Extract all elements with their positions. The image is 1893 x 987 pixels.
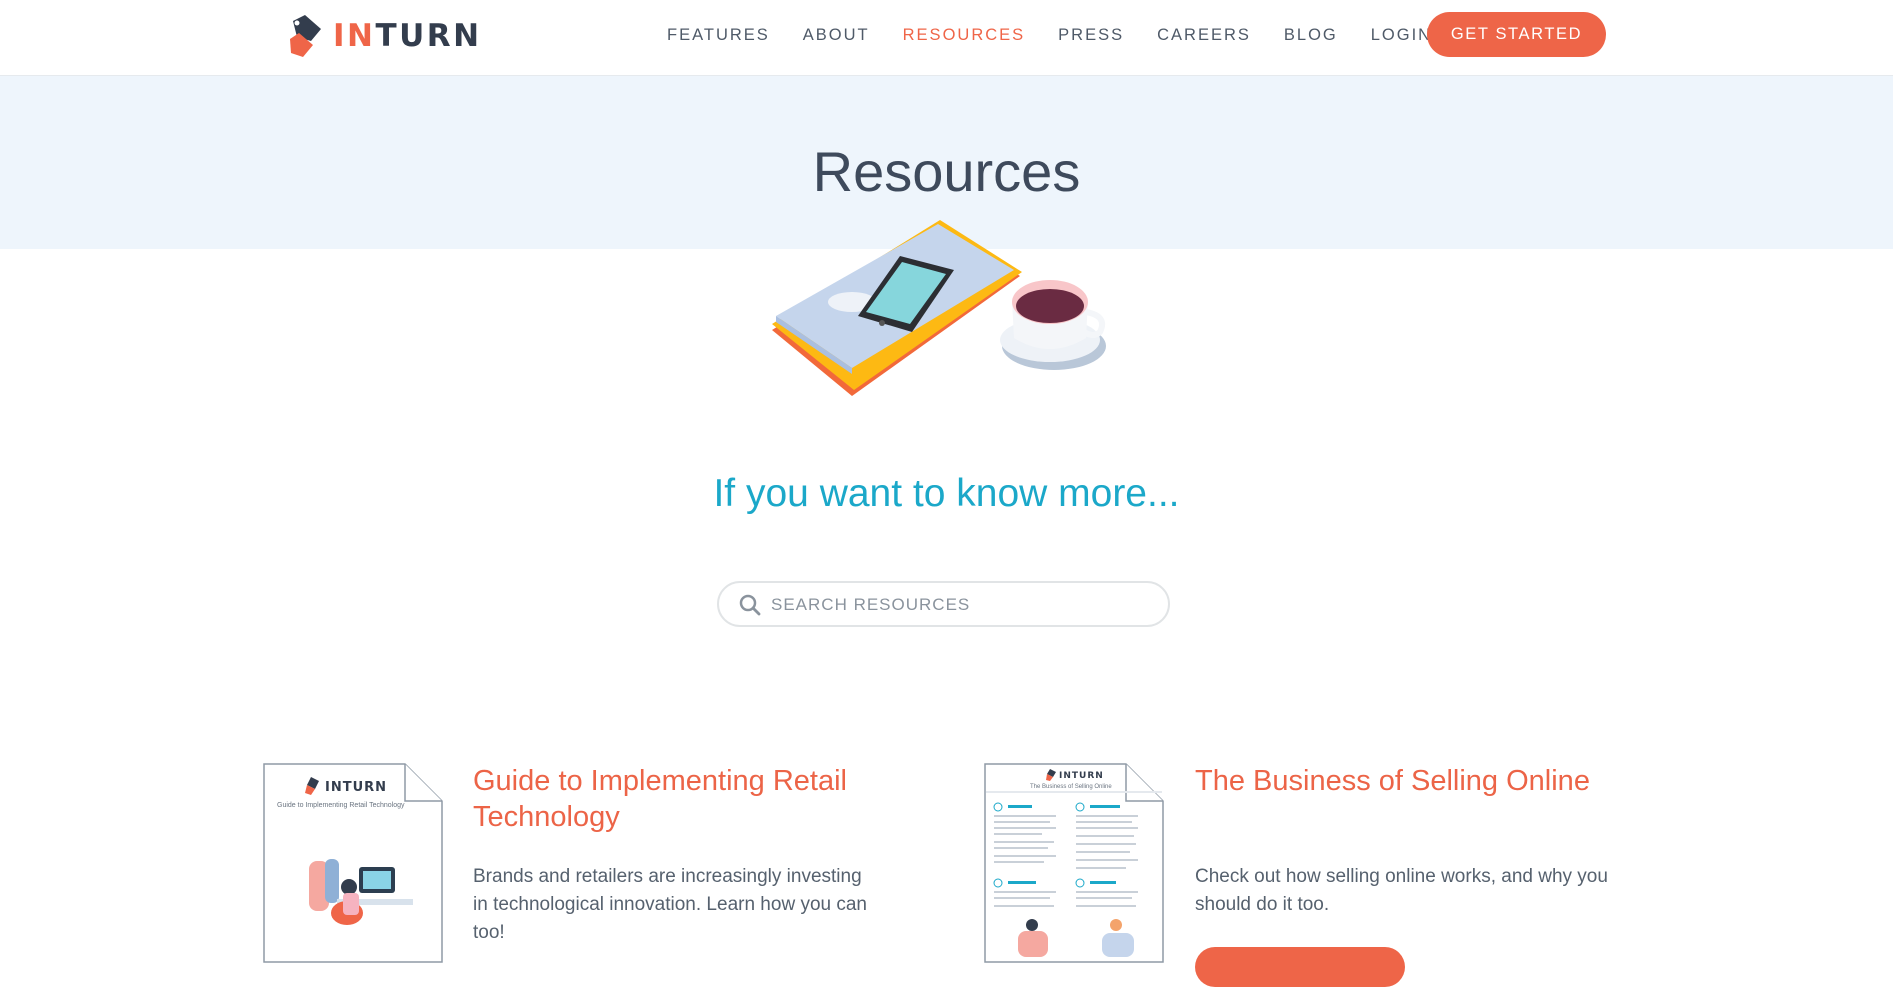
coffee-cup-image bbox=[1000, 280, 1106, 370]
resource-thumbnail[interactable]: INTURN The Business of Selling Online bbox=[984, 763, 1164, 963]
page-title: Resources bbox=[812, 140, 1081, 203]
nav-blog[interactable]: BLOG bbox=[1284, 22, 1338, 48]
resource-description: Check out how selling online works, and … bbox=[1195, 866, 1608, 915]
logo-text-turn: TURN bbox=[375, 18, 482, 54]
nav-login[interactable]: LOGIN bbox=[1371, 22, 1432, 48]
thumb-title-text: Guide to Implementing Retail Technology bbox=[277, 802, 405, 809]
nav-press[interactable]: PRESS bbox=[1058, 22, 1124, 48]
resource-title[interactable]: The Business of Selling Online bbox=[1195, 763, 1605, 799]
search-box[interactable] bbox=[717, 581, 1170, 627]
thumb-brand-text: INTURN bbox=[325, 780, 387, 795]
nav-about[interactable]: ABOUT bbox=[803, 22, 870, 48]
resource-description: Brands and retailers are increasingly in… bbox=[473, 866, 867, 943]
main-nav: FEATURES ABOUT RESOURCES PRESS CAREERS B… bbox=[667, 22, 1465, 48]
resource-title[interactable]: Guide to Implementing Retail Technology bbox=[473, 763, 883, 835]
resource-download-button[interactable] bbox=[1195, 947, 1405, 987]
tag-logo-icon bbox=[290, 15, 321, 57]
logo-wordmark: INTURN bbox=[333, 18, 482, 54]
nav-resources[interactable]: RESOURCES bbox=[903, 22, 1026, 48]
search-input[interactable] bbox=[769, 583, 1153, 627]
thumb-title-text: The Business of Selling Online bbox=[1030, 784, 1112, 790]
nav-features[interactable]: FEATURES bbox=[667, 22, 770, 48]
thumb-brand-text: INTURN bbox=[1059, 771, 1104, 781]
get-started-button[interactable]: GET STARTED bbox=[1427, 12, 1606, 57]
search-icon bbox=[739, 594, 761, 616]
section-tagline: If you want to know more... bbox=[713, 472, 1180, 515]
logo-text-in: IN bbox=[333, 18, 376, 54]
inturn-logo[interactable]: INTURN bbox=[289, 14, 482, 58]
nav-careers[interactable]: CAREERS bbox=[1157, 22, 1251, 48]
site-header: INTURN FEATURES ABOUT RESOURCES PRESS CA… bbox=[0, 0, 1893, 76]
resource-thumbnail[interactable]: INTURN Guide to Implementing Retail Tech… bbox=[263, 763, 443, 963]
resources-illustration bbox=[772, 220, 1106, 396]
